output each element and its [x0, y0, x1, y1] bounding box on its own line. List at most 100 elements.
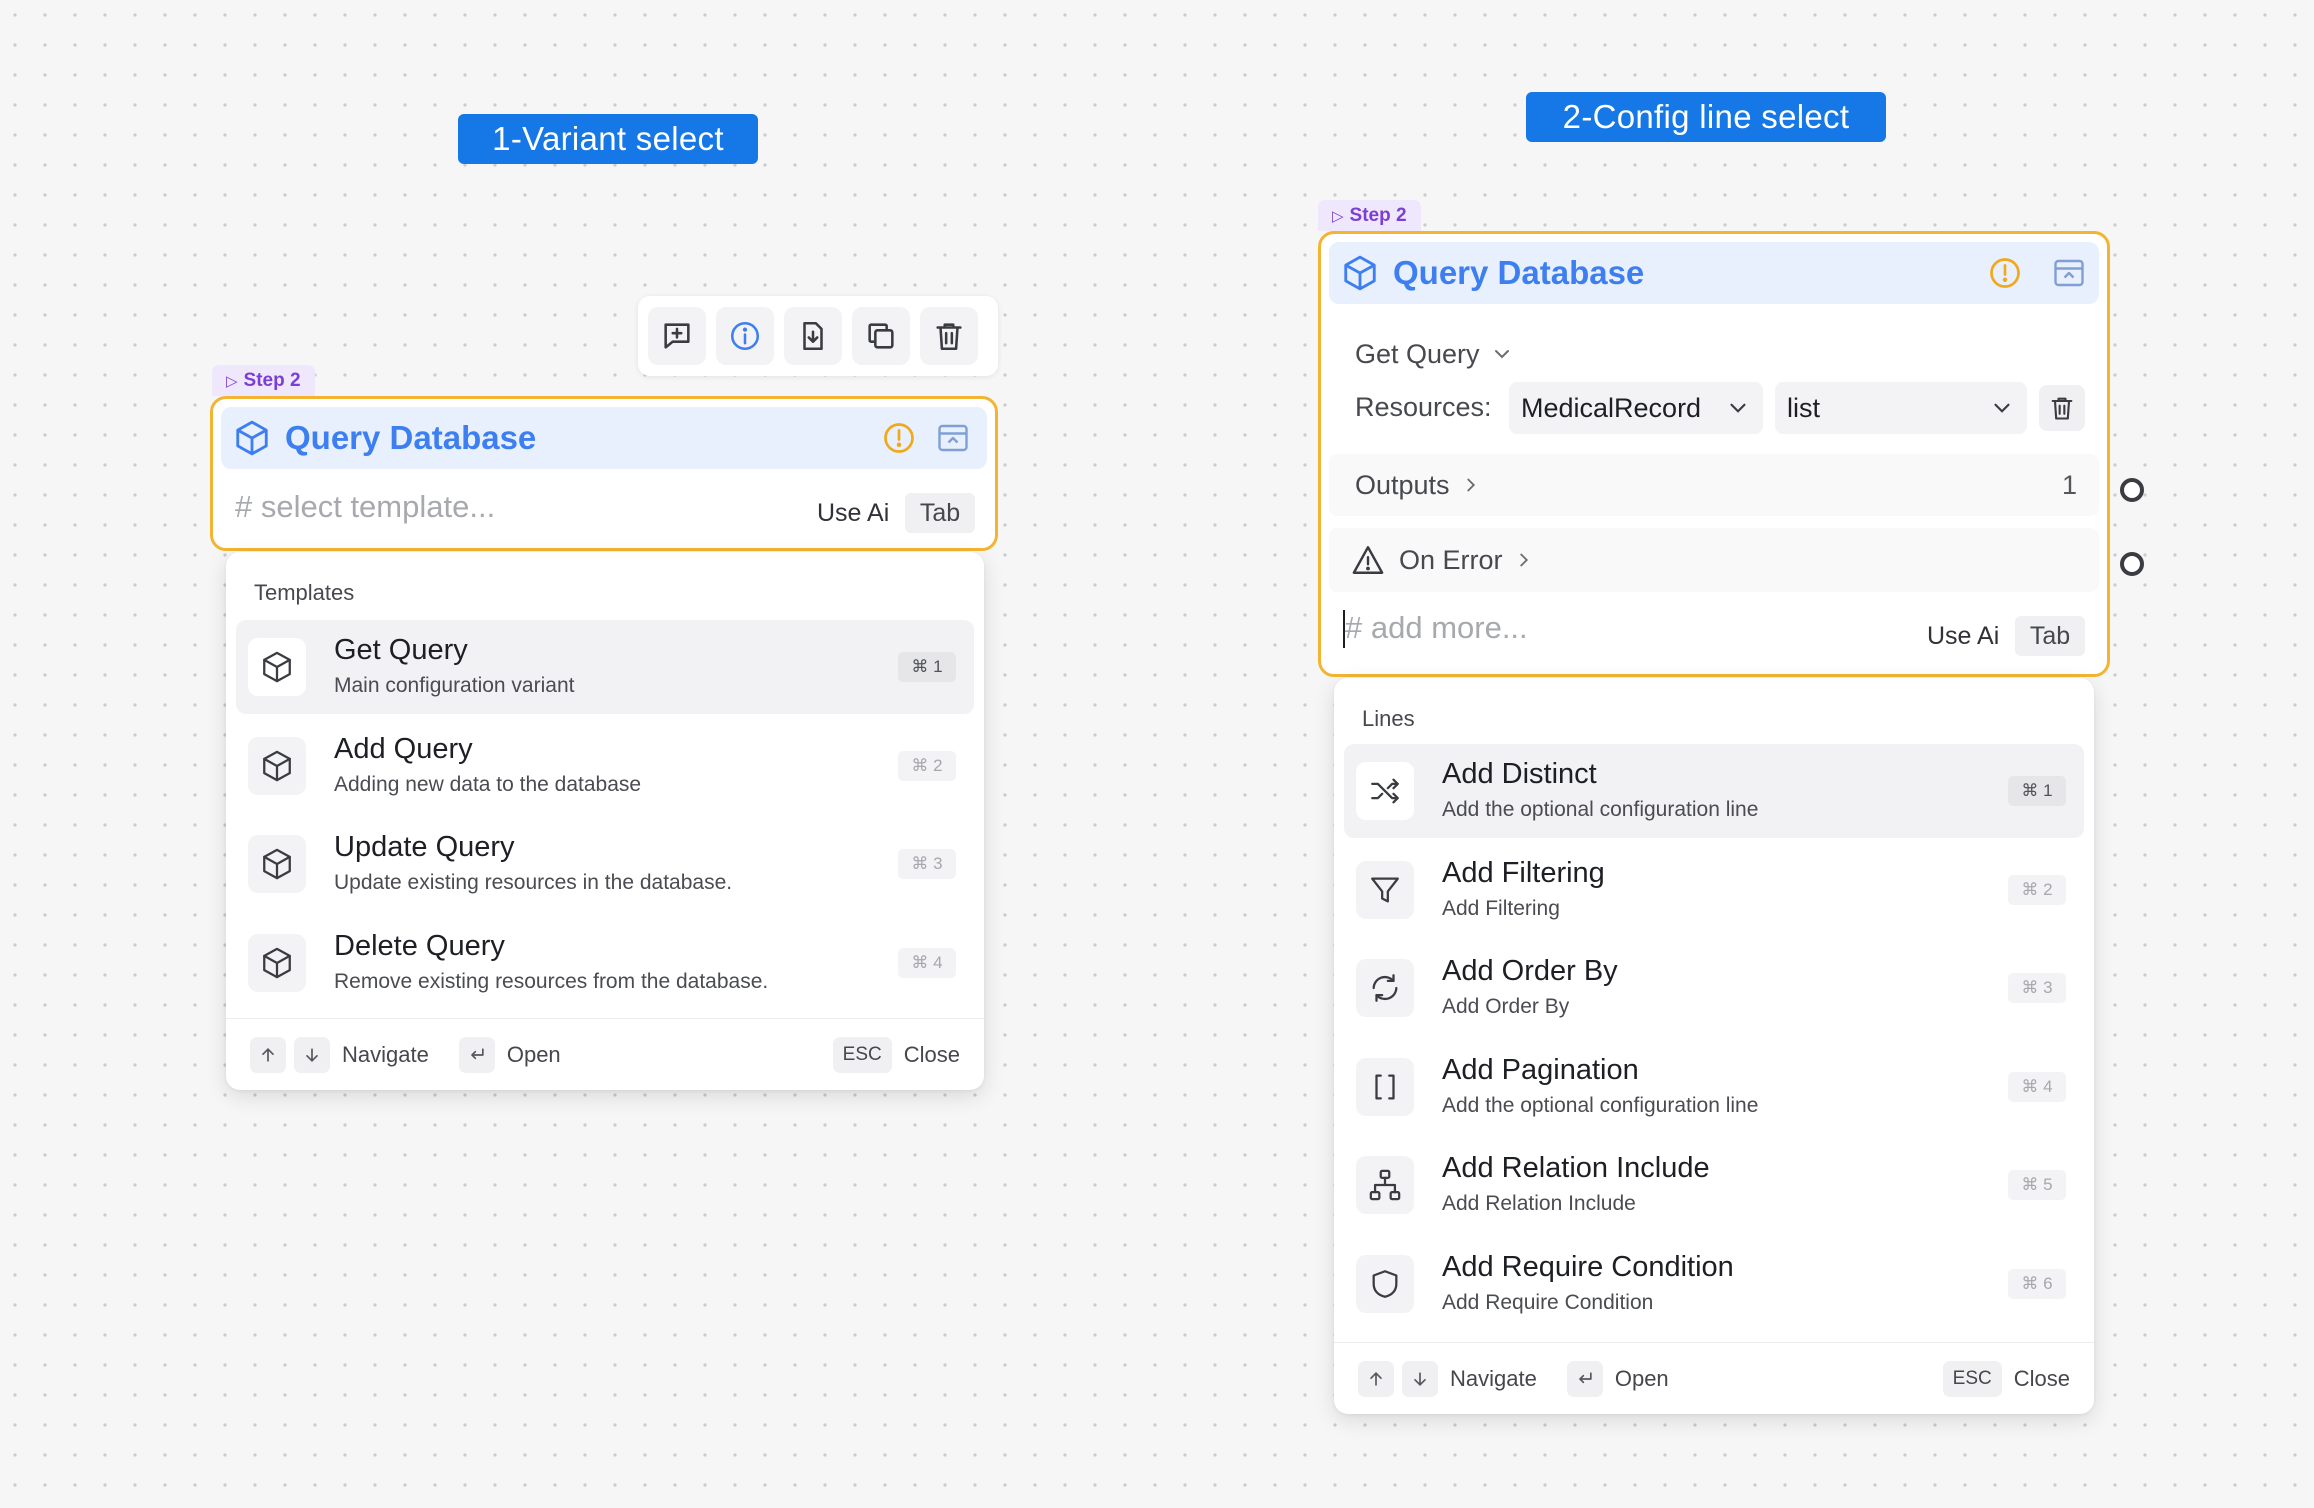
- shield-icon: [1356, 1254, 1414, 1313]
- menu-item-title: Add Filtering: [1442, 856, 1605, 889]
- menu-section-title: Templates: [254, 580, 355, 605]
- shuffle-icon: [1356, 762, 1414, 820]
- warning-icon[interactable]: [881, 420, 917, 456]
- menu-item-title: Add Distinct: [1442, 758, 1597, 790]
- shortcut-badge: ⌘ 3: [898, 849, 956, 879]
- arrow-up-icon: [1358, 1360, 1394, 1397]
- menu-item[interactable]: Get Query Main configuration variant ⌘ 1: [236, 620, 974, 714]
- menu-item[interactable]: Add Order By Add Order By ⌘ 3: [1344, 941, 2084, 1035]
- use-ai-label[interactable]: Use Ai: [1927, 622, 1999, 651]
- variant-select[interactable]: Get Query: [1329, 334, 2099, 374]
- resource-select[interactable]: MedicalRecord: [1509, 382, 1763, 434]
- menu-item-title: Add Require Condition: [1442, 1250, 1734, 1283]
- shortcut-badge: ⌘ 1: [898, 652, 956, 682]
- menu-item-description: Add Require Condition: [1442, 1290, 1654, 1314]
- node-header[interactable]: Query Database: [1329, 242, 2099, 304]
- hierarchy-icon: [1356, 1156, 1414, 1214]
- menu-item[interactable]: Add Pagination Add the optional configura…: [1344, 1040, 2084, 1134]
- arrow-down-icon: [294, 1036, 330, 1073]
- menu-item-title: Add Query: [334, 732, 473, 765]
- collapse-icon[interactable]: [2051, 255, 2087, 291]
- label-config-line-select: 2-Config line select: [1526, 92, 1886, 142]
- chevron-down-icon: [1494, 350, 1509, 359]
- delete-line-button[interactable]: [2039, 385, 2085, 431]
- shortcut-badge: ⌘ 4: [898, 947, 956, 978]
- menu-item-description: Main configuration variant: [334, 674, 575, 697]
- menu-footer: Navigate Open ESC Close: [226, 1018, 984, 1090]
- menu-item[interactable]: Update Query Update existing resources in…: [236, 817, 974, 911]
- shortcut-badge: ⌘ 2: [898, 750, 956, 781]
- collapse-icon[interactable]: [935, 420, 971, 456]
- delete-button[interactable]: [920, 307, 978, 365]
- operation-value: list: [1787, 392, 1820, 423]
- menu-item-title: Update Query: [334, 831, 515, 863]
- copy-button[interactable]: [852, 307, 910, 365]
- menu-item[interactable]: Add Filtering Add Filtering ⌘ 2: [1344, 843, 2084, 937]
- footer-navigate: Navigate: [1450, 1365, 1537, 1391]
- menu-item-title: Add Relation Include: [1442, 1152, 1710, 1184]
- play-icon: ▷: [226, 373, 238, 390]
- cube-icon: [248, 933, 306, 992]
- cube-icon: [1344, 255, 1376, 291]
- step-badge: ▷ Step 2: [1318, 200, 1421, 231]
- label-variant-select: 1-Variant select: [458, 114, 758, 164]
- step-badge: ▷ Step 2: [212, 365, 315, 396]
- cube-icon: [248, 638, 306, 696]
- refresh-icon: [1356, 959, 1414, 1017]
- footer-open: Open: [506, 1041, 561, 1067]
- filter-icon: [1356, 860, 1414, 919]
- enter-icon: [458, 1036, 495, 1073]
- shortcut-badge: ⌘ 6: [2008, 1268, 2066, 1299]
- add-comment-button[interactable]: [648, 307, 706, 365]
- chevron-down-icon: [1994, 403, 2010, 413]
- resources-label: Resources:: [1355, 392, 1492, 422]
- info-button[interactable]: [716, 307, 774, 365]
- template-menu: Templates Get Query Main configuration va…: [226, 552, 984, 1090]
- menu-section-title: Lines: [1362, 706, 1415, 731]
- operation-select[interactable]: list: [1775, 382, 2027, 434]
- download-button[interactable]: [784, 307, 842, 365]
- add-more-input[interactable]: # add more...: [1345, 610, 1528, 646]
- footer-close[interactable]: Close: [904, 1042, 960, 1068]
- chevron-down-icon: [1730, 403, 1746, 413]
- menu-item-title: Get Query: [334, 634, 468, 666]
- download-icon: [803, 321, 823, 351]
- menu-item[interactable]: Add Query Adding new data to the database…: [236, 719, 974, 813]
- brackets-icon: [1356, 1057, 1414, 1116]
- copy-icon: [868, 323, 894, 349]
- add-comment-icon: [664, 323, 690, 349]
- shortcut-badge: ⌘ 3: [2008, 973, 2066, 1003]
- shortcut-badge: ⌘ 4: [2008, 1071, 2066, 1102]
- template-search-input[interactable]: # select template...: [235, 489, 495, 525]
- chevron-right-icon: [1466, 478, 1475, 492]
- query-node-left[interactable]: Query Database # select template... Use …: [210, 396, 998, 551]
- menu-item-description: Remove existing resources from the datab…: [334, 969, 769, 993]
- shortcut-badge: ⌘ 2: [2008, 874, 2066, 905]
- outputs-row[interactable]: Outputs 1: [1329, 454, 2099, 516]
- query-node-right[interactable]: Query Database Get Query Resources: Medi…: [1318, 231, 2110, 677]
- menu-item[interactable]: Delete Query Remove existing resources fr…: [236, 916, 974, 1010]
- menu-item[interactable]: Add Distinct Add the optional configurati…: [1344, 744, 2084, 838]
- resource-value: MedicalRecord: [1521, 392, 1702, 423]
- on-error-handle[interactable]: [2120, 552, 2144, 576]
- menu-item-description: Add the optional configuration line: [1442, 1093, 1759, 1117]
- step-label: Step 2: [243, 370, 301, 391]
- outputs-handle[interactable]: [2120, 478, 2144, 502]
- on-error-label: On Error: [1399, 544, 1503, 575]
- on-error-row[interactable]: On Error: [1329, 528, 2099, 592]
- node-header[interactable]: Query Database: [221, 407, 987, 469]
- menu-item-description: Add Filtering: [1442, 896, 1560, 920]
- arrow-up-icon: [250, 1036, 286, 1073]
- enter-icon: [1566, 1360, 1603, 1397]
- use-ai-label[interactable]: Use Ai: [817, 499, 889, 528]
- warning-icon[interactable]: [1987, 255, 2023, 291]
- menu-item-description: Add Order By: [1442, 995, 1570, 1018]
- footer-close[interactable]: Close: [2014, 1366, 2070, 1392]
- play-icon: ▷: [1332, 208, 1344, 225]
- trash-icon: [936, 323, 962, 351]
- menu-item[interactable]: Add Require Condition Add Require Conditi…: [1344, 1237, 2084, 1331]
- node-title: Query Database: [285, 419, 537, 456]
- footer-open: Open: [1614, 1365, 1669, 1391]
- menu-item[interactable]: Add Relation Include Add Relation Include…: [1344, 1138, 2084, 1232]
- shortcut-badge: ⌘ 5: [2008, 1170, 2066, 1200]
